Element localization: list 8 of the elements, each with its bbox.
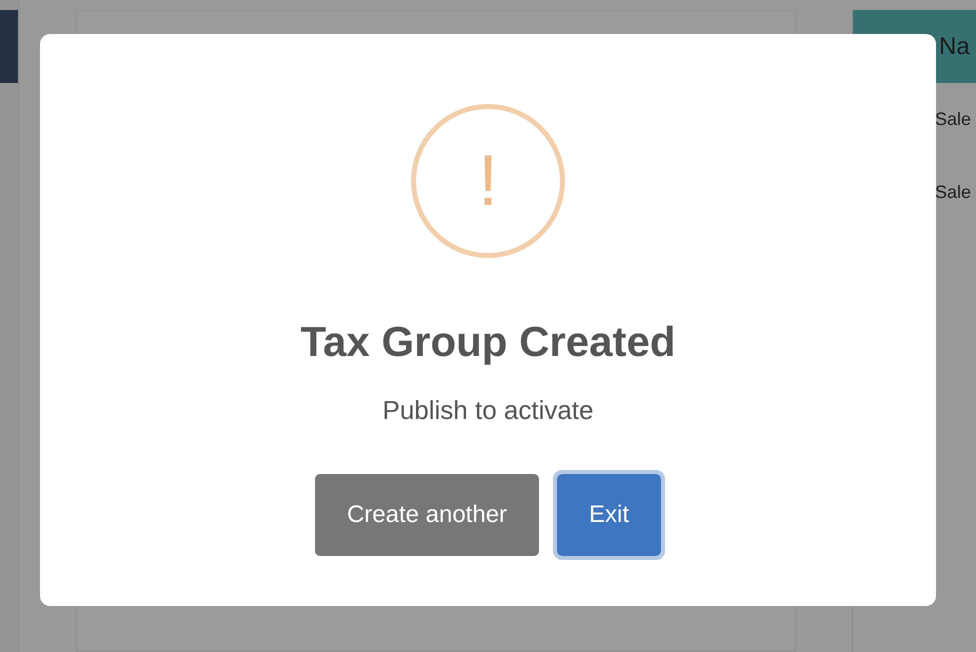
- warning-icon: !: [411, 104, 565, 258]
- exit-button[interactable]: Exit: [557, 474, 662, 556]
- create-another-button[interactable]: Create another: [314, 474, 540, 556]
- table-cell-text: Sale: [935, 108, 972, 131]
- dialog-title: Tax Group Created: [300, 317, 676, 367]
- table-cell-text: Sale: [935, 181, 972, 204]
- dialog-message: Publish to activate: [382, 394, 594, 426]
- column-header: Na: [939, 32, 970, 62]
